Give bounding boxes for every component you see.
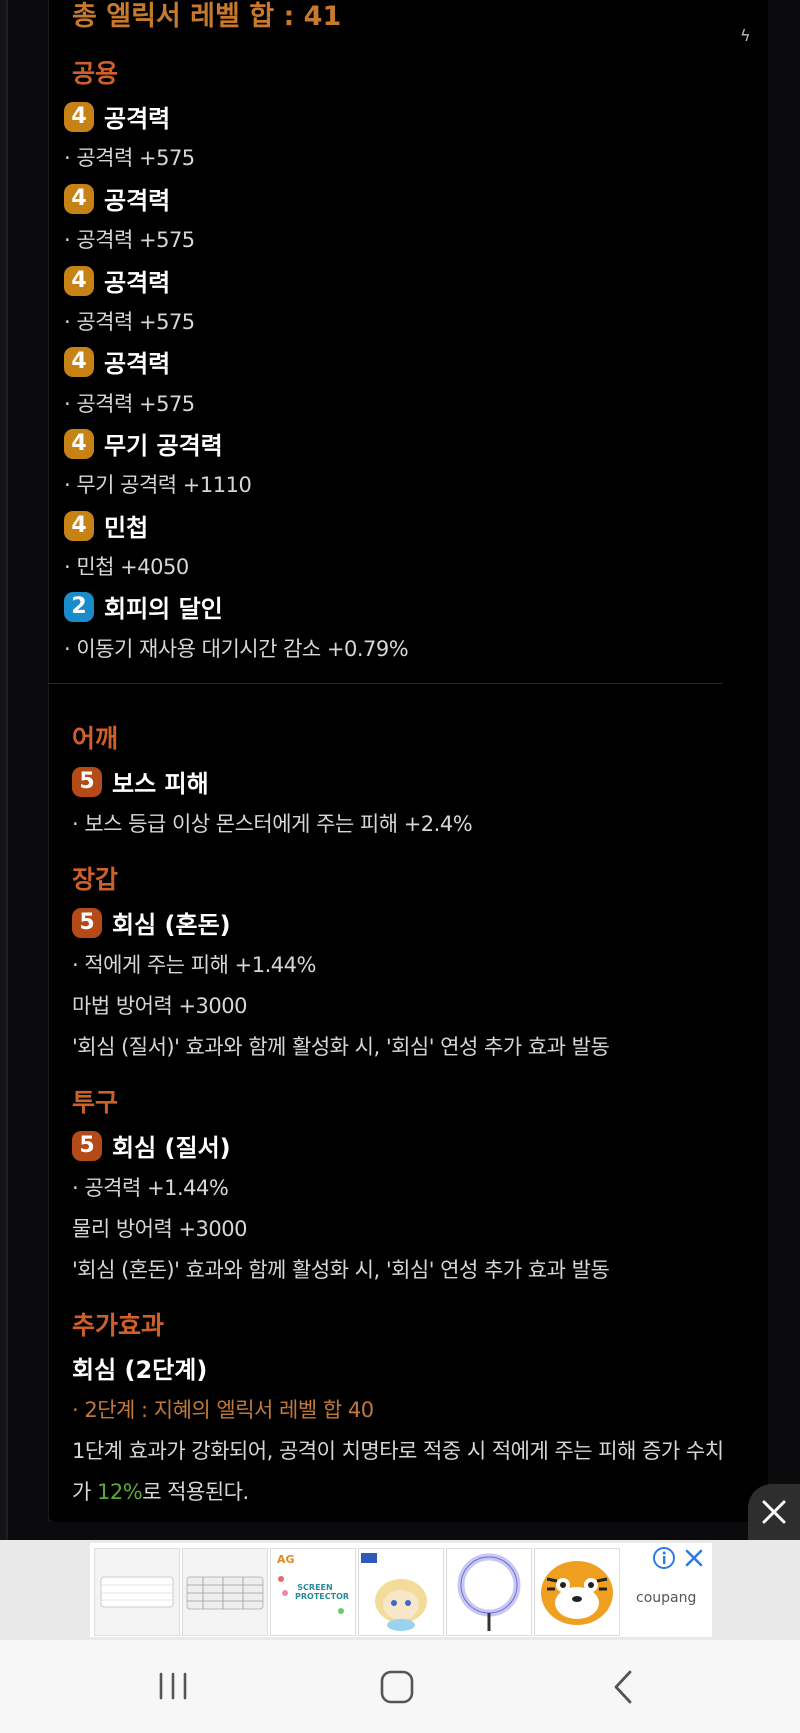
back-icon (614, 1670, 632, 1704)
item-name: 무기 공격력 (104, 432, 223, 460)
list-item: 4 공격력 (64, 99, 170, 134)
ad-thumb-keyboard-1[interactable] (94, 1548, 180, 1636)
section-heading-bonus: 추가효과 (72, 1311, 165, 1340)
list-item: 5 보스 피해 (72, 764, 209, 799)
bonus-desc-value: 12% (97, 1480, 143, 1504)
level-badge: 5 (72, 1130, 102, 1161)
item-effect: · 보스 등급 이상 몬스터에게 주는 피해 +2.4% (72, 812, 473, 836)
item-effect: · 적에게 주는 피해 +1.44% (72, 953, 316, 977)
home-icon (380, 1670, 414, 1704)
level-badge: 4 (64, 428, 94, 459)
divider (48, 683, 722, 684)
ad-thumb-screen-protector[interactable]: AG SCREEN PROTECTOR (270, 1548, 356, 1636)
level-badge: 4 (64, 510, 94, 541)
bonus-condition: · 2단계 : 지혜의 엘릭서 레벨 합 40 (72, 1398, 374, 1422)
bolt-icon: ϟ (740, 26, 751, 45)
section-heading-common: 공용 (72, 59, 119, 88)
item-name: 공격력 (104, 269, 171, 297)
level-badge: 4 (64, 265, 94, 296)
level-badge: 5 (72, 766, 102, 797)
total-level-title: 총 엘릭서 레벨 합 : 41 (72, 1, 342, 32)
bonus-title: 회심 (2단계) (72, 1350, 207, 1385)
list-item: 4 민첩 (64, 508, 148, 543)
level-badge: 5 (72, 907, 102, 938)
ad-brand-coupang[interactable]: coupang (636, 1590, 696, 1606)
level-badge: 2 (64, 591, 94, 622)
ad-info-icon[interactable] (652, 1546, 676, 1574)
home-button[interactable] (379, 1669, 415, 1709)
item-name: 민첩 (104, 514, 149, 542)
item-effect: · 공격력 +1.44% (72, 1176, 229, 1200)
level-badge: 4 (64, 183, 94, 214)
item-extra: 물리 방어력 +3000 (72, 1217, 248, 1241)
list-item: 5 회심 (혼돈) (72, 905, 231, 940)
list-item: 5 회심 (질서) (72, 1128, 231, 1163)
list-item: 4 공격력 (64, 263, 170, 298)
bonus-desc-line1: 1단계 효과가 강화되어, 공격이 치명타로 적중 시 적에게 주는 피해 증가… (72, 1439, 724, 1463)
item-name: 회심 (질서) (112, 1134, 231, 1162)
item-effect: · 공격력 +575 (64, 310, 195, 334)
item-name: 회심 (혼돈) (112, 911, 231, 939)
bonus-desc-prefix: 가 (72, 1480, 97, 1504)
item-name: 공격력 (104, 105, 171, 133)
item-name: 공격력 (104, 187, 171, 215)
close-icon (762, 1500, 786, 1524)
ad-close-button[interactable] (748, 1484, 800, 1540)
list-item: 2 회피의 달인 (64, 589, 223, 624)
frame-edge-inner (6, 0, 8, 1540)
item-extra: '회심 (질서)' 효과와 함께 활성화 시, '회심' 연성 추가 효과 발동 (72, 1035, 610, 1059)
item-effect: · 공격력 +575 (64, 392, 195, 416)
recent-apps-button[interactable] (157, 1670, 189, 1706)
ad-thumb-tiger-mask[interactable] (534, 1548, 620, 1636)
item-effect: · 공격력 +575 (64, 146, 195, 170)
ad-dismiss-icon[interactable] (682, 1546, 706, 1574)
ad-thumb-plush[interactable] (358, 1548, 444, 1636)
item-extra: '회심 (혼돈)' 효과와 함께 활성화 시, '회심' 연성 추가 효과 발동 (72, 1258, 610, 1282)
bonus-desc-line2: 가 12%로 적용된다. (72, 1476, 249, 1506)
item-effect: · 무기 공격력 +1110 (64, 473, 252, 497)
back-button[interactable] (608, 1669, 638, 1709)
ad-thumb-ring-light[interactable] (446, 1548, 532, 1636)
level-badge: 4 (64, 101, 94, 132)
item-name: 보스 피해 (112, 770, 209, 798)
section-heading-gloves: 장갑 (72, 865, 119, 894)
list-item: 4 무기 공격력 (64, 426, 223, 461)
item-effect: · 공격력 +575 (64, 228, 195, 252)
item-name: 회피의 달인 (104, 595, 223, 623)
level-badge: 4 (64, 346, 94, 377)
item-name: 공격력 (104, 350, 171, 378)
list-item: 4 공격력 (64, 344, 170, 379)
bonus-desc-suffix: 로 적용된다. (142, 1480, 249, 1504)
recent-apps-icon (159, 1672, 187, 1700)
item-name: 회심 (2단계) (72, 1356, 208, 1384)
item-effect: · 이동기 재사용 대기시간 감소 +0.79% (64, 637, 409, 661)
section-heading-helmet: 투구 (72, 1088, 119, 1117)
ad-thumb-keyboard-2[interactable] (182, 1548, 268, 1636)
section-heading-shoulder: 어깨 (72, 724, 119, 753)
list-item: 4 공격력 (64, 181, 170, 216)
item-effect: · 민첩 +4050 (64, 555, 189, 579)
item-extra: 마법 방어력 +3000 (72, 994, 248, 1018)
